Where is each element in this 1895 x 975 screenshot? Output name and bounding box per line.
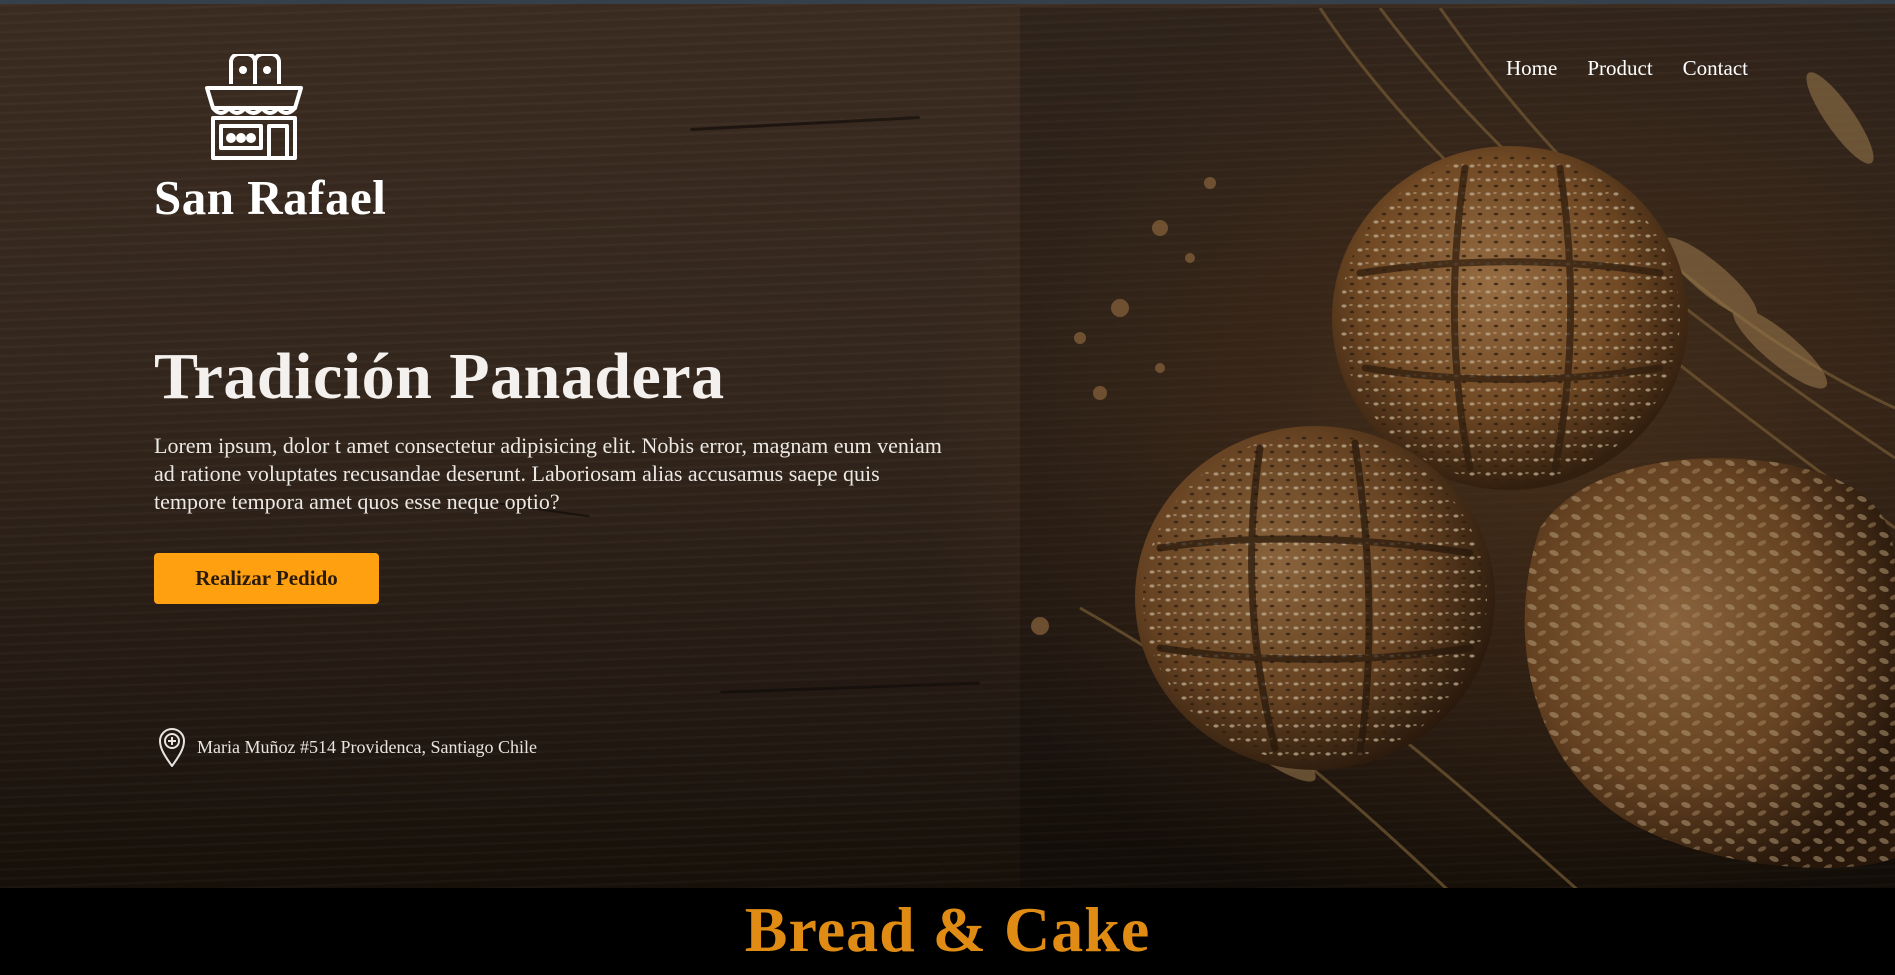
main-nav: Home Product Contact: [1506, 56, 1748, 81]
nav-contact-link[interactable]: Contact: [1683, 56, 1748, 81]
bread-cake-section: Bread & Cake: [0, 888, 1895, 975]
address-text: Maria Muñoz #514 Providenca, Santiago Ch…: [197, 736, 537, 757]
hero-section: San Rafael Home Product Contact Tradició…: [0, 4, 1895, 888]
order-button[interactable]: Realizar Pedido: [154, 553, 379, 604]
bakery-shop-icon: [205, 54, 303, 160]
location-pin-icon: [158, 728, 186, 767]
section-title: Bread & Cake: [744, 894, 1151, 965]
wood-grain-line: [690, 115, 920, 132]
wood-grain-line: [720, 681, 980, 694]
nav-product-link[interactable]: Product: [1587, 56, 1652, 81]
brand-name: San Rafael: [154, 170, 387, 225]
hero-headline: Tradición Panadera: [154, 340, 725, 413]
nav-home-link[interactable]: Home: [1506, 56, 1557, 81]
hero-description: Lorem ipsum, dolor t amet consectetur ad…: [154, 433, 942, 514]
bread-photo: [1020, 8, 1895, 888]
address-block: Maria Muñoz #514 Providenca, Santiago Ch…: [158, 727, 537, 767]
